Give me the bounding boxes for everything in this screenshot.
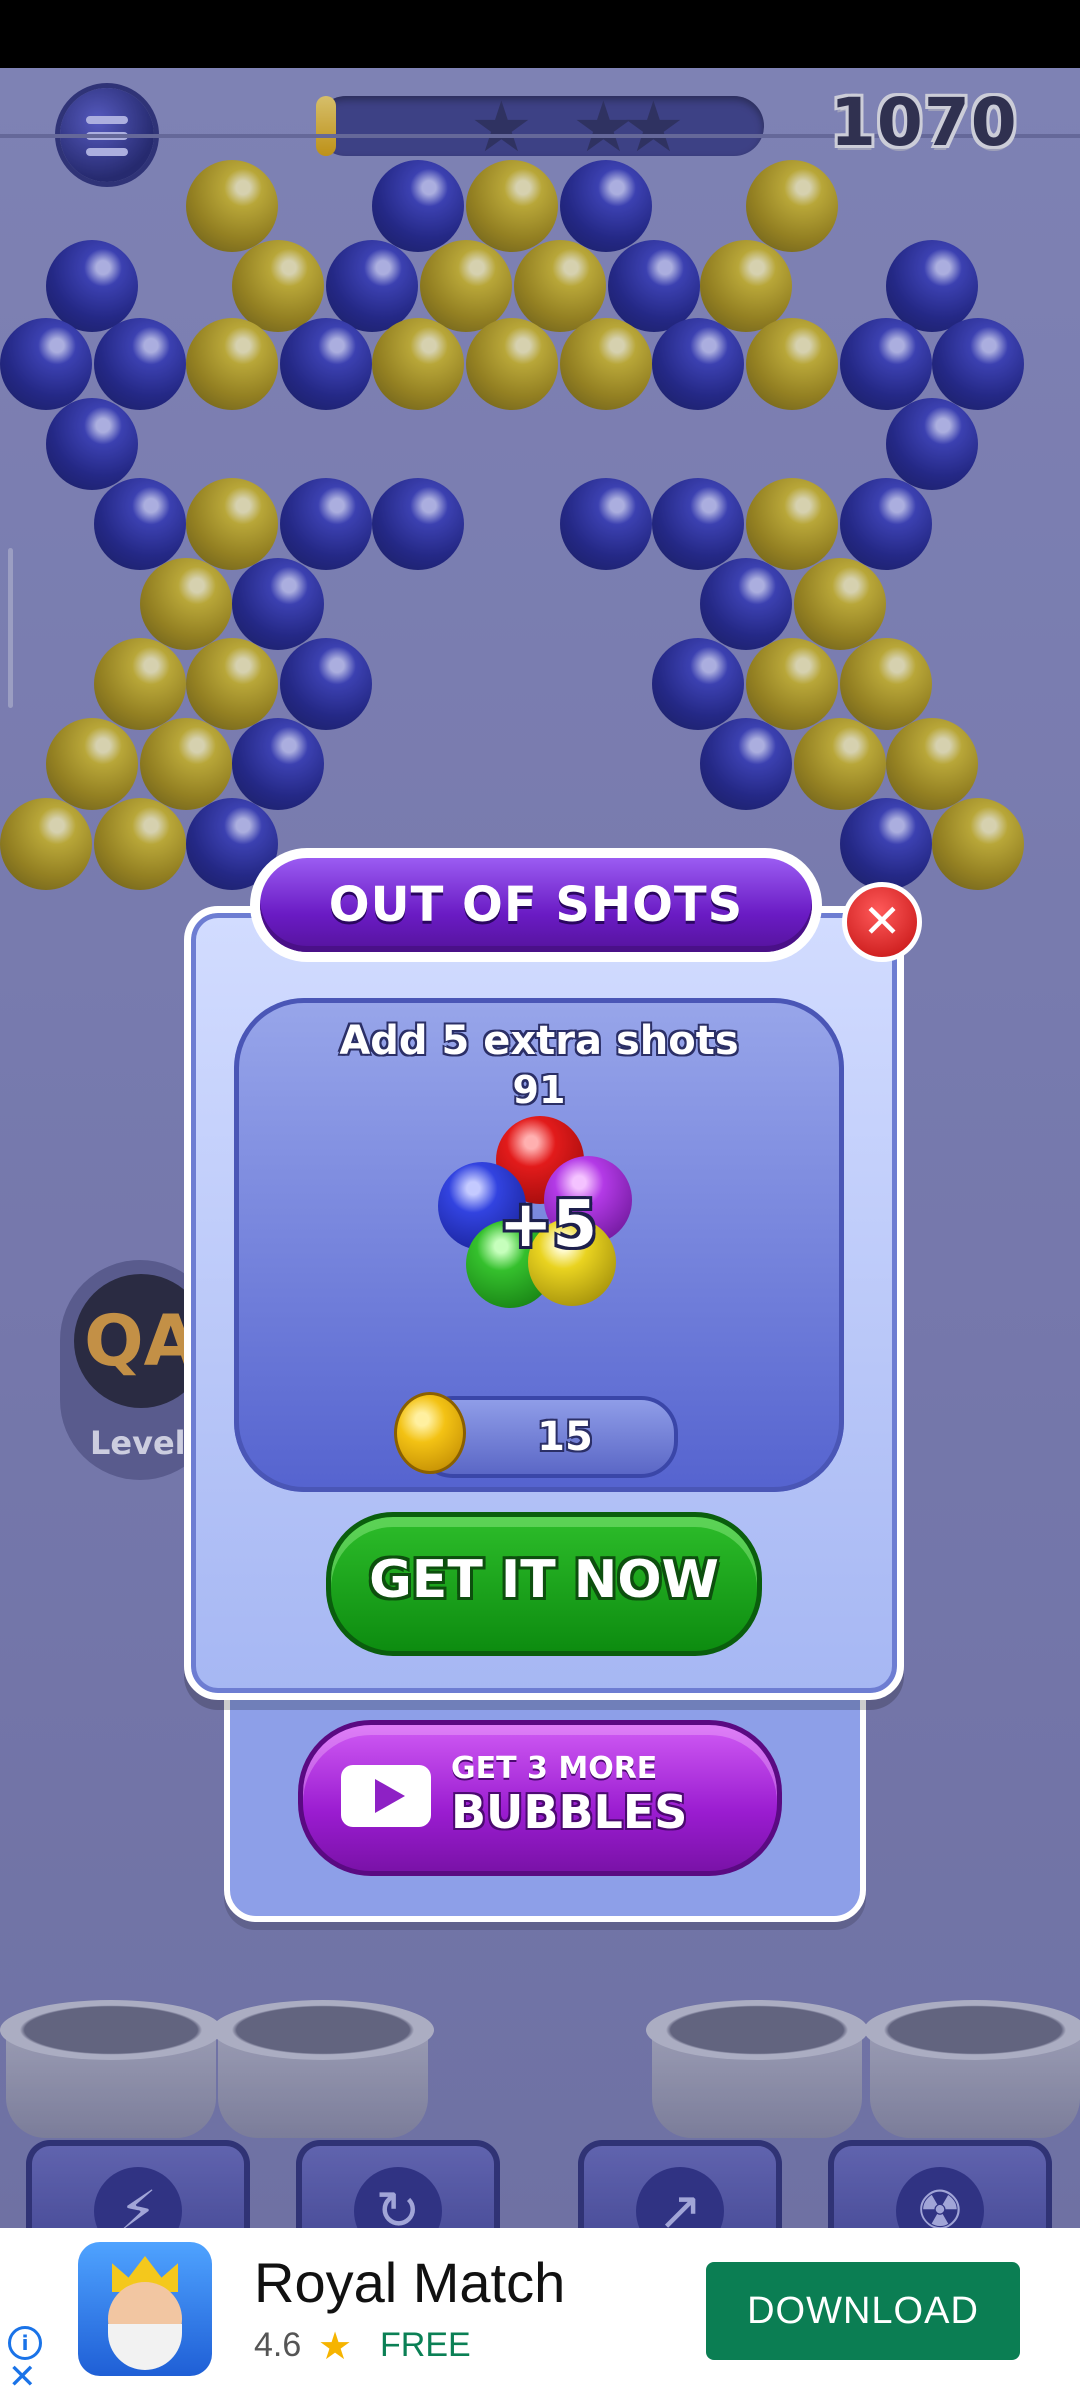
star-icon: ★ [318,2324,353,2368]
ad-rating: 4.6 [254,2326,302,2364]
price-value: 15 [537,1414,593,1460]
video-button-line2: BUBBLES [451,1785,688,1839]
bonus-label: +5 [498,1188,598,1262]
get-it-now-button[interactable]: GET IT NOW [326,1512,762,1656]
download-button[interactable]: DOWNLOAD [706,2262,1020,2360]
close-icon: ✕ [862,894,902,948]
dialog-title: OUT OF SHOTS [260,858,812,952]
ad-close-icon[interactable]: ✕ [8,2360,37,2394]
status-bar [0,0,1080,68]
get-it-now-label: GET IT NOW [369,1550,719,1610]
watch-video-button[interactable]: GET 3 MORE BUBBLES [298,1720,782,1876]
info-icon[interactable]: i [8,2326,42,2360]
close-button[interactable]: ✕ [842,882,922,962]
coin-icon [394,1392,466,1474]
ad-price-label: FREE [380,2326,471,2364]
dialog-title-banner: OUT OF SHOTS [250,848,822,962]
app-icon[interactable] [78,2242,212,2376]
offer-count: 91 [512,1068,566,1112]
offer-text: Add 5 extra shots [339,1018,739,1064]
play-icon [341,1765,431,1827]
video-button-line1: GET 3 MORE [451,1751,658,1786]
ad-app-name[interactable]: Royal Match [254,2250,565,2315]
ad-banner[interactable]: Royal Match 4.6 ★ FREE DOWNLOAD i ✕ [0,2228,1080,2400]
